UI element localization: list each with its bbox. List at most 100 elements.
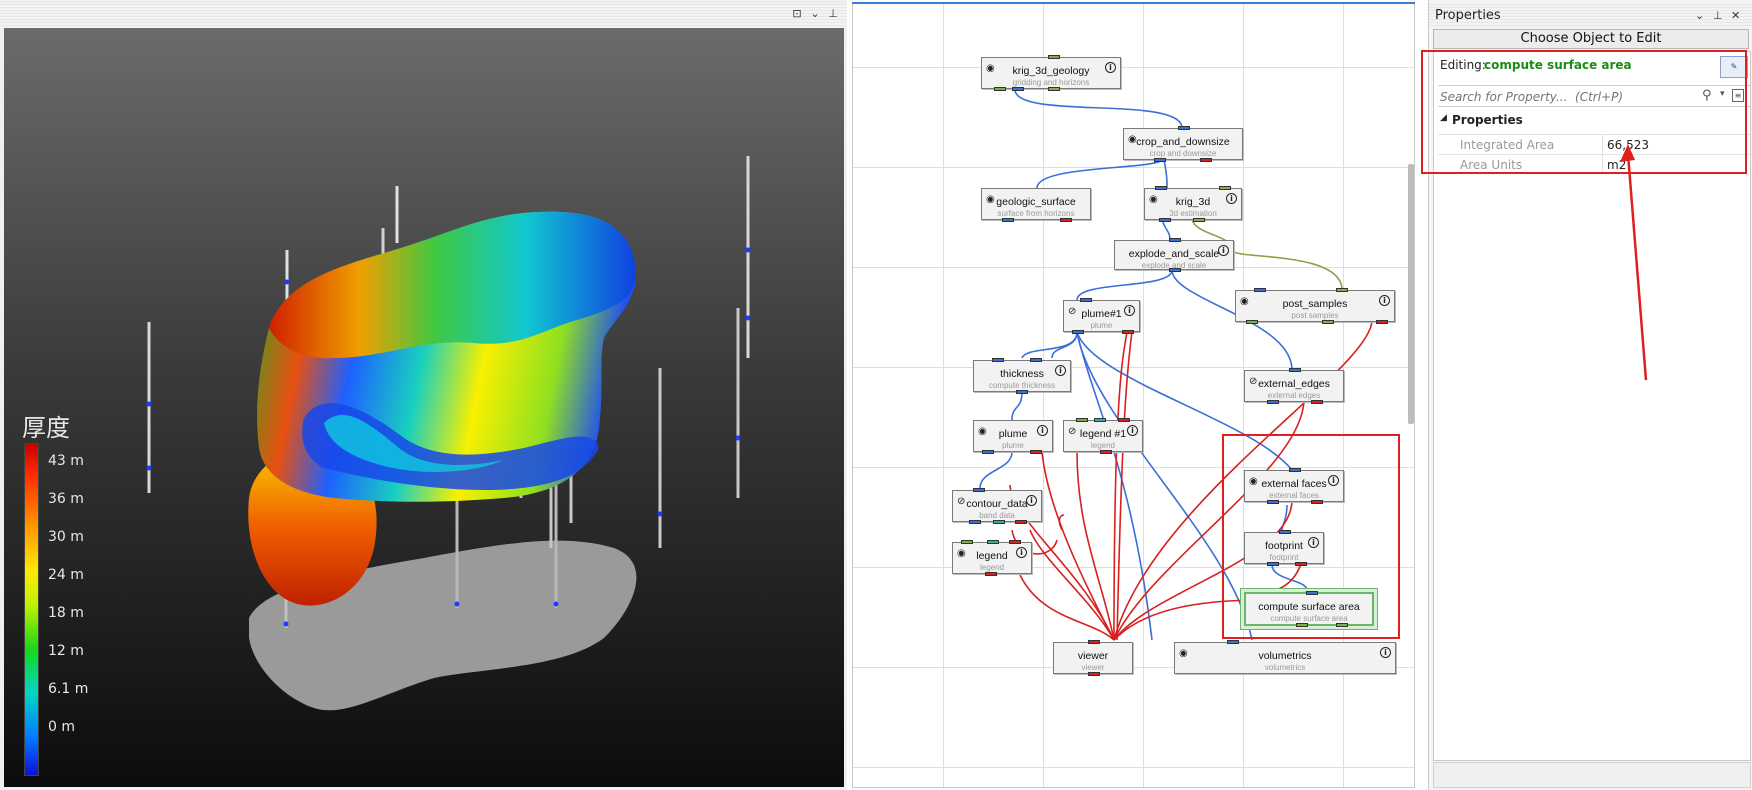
port[interactable] xyxy=(1015,520,1027,524)
port[interactable] xyxy=(1311,400,1323,404)
port[interactable] xyxy=(1246,320,1258,324)
module-volumetrics[interactable]: ◉ volumetrics volumetrics i xyxy=(1174,640,1396,674)
port[interactable] xyxy=(1169,238,1181,242)
info-icon[interactable]: i xyxy=(1124,305,1135,316)
module-geologic-surface[interactable]: ◉ geologic_surface surface from horizons xyxy=(981,188,1091,222)
wire xyxy=(1021,331,1078,359)
choose-object-button[interactable]: Choose Object to Edit xyxy=(1433,29,1749,49)
module-plume[interactable]: ◉ plume plume i xyxy=(973,420,1053,454)
port[interactable] xyxy=(1254,288,1266,292)
module-plume1[interactable]: ⊘ plume#1 plume i xyxy=(1063,298,1140,334)
close-icon[interactable]: ✕ xyxy=(1731,9,1740,22)
module-legend1[interactable]: ⊘ legend #1 legend i xyxy=(1063,418,1143,454)
port[interactable] xyxy=(1267,400,1279,404)
port[interactable] xyxy=(1030,450,1042,454)
module-legend[interactable]: ◉ legend legend i xyxy=(952,540,1032,576)
port[interactable] xyxy=(1122,330,1134,334)
info-icon[interactable]: i xyxy=(1016,547,1027,558)
port[interactable] xyxy=(1336,288,1348,292)
info-icon[interactable]: i xyxy=(1055,365,1066,376)
port[interactable] xyxy=(1155,186,1167,190)
properties-highlight-box xyxy=(1421,50,1747,174)
info-icon[interactable]: i xyxy=(1226,193,1237,204)
port[interactable] xyxy=(1159,218,1171,222)
module-post-samples[interactable]: ◉ post_samples post samples i xyxy=(1235,288,1395,324)
port[interactable] xyxy=(973,488,985,492)
port[interactable] xyxy=(1016,390,1028,394)
info-icon[interactable]: i xyxy=(1218,245,1229,256)
port[interactable] xyxy=(1072,330,1084,334)
module-thickness[interactable]: thickness compute thickness i xyxy=(973,358,1071,394)
pin-icon[interactable]: ⊥ xyxy=(826,7,840,21)
port[interactable] xyxy=(1227,640,1239,644)
port[interactable] xyxy=(1094,418,1106,422)
legend-title: 厚度 xyxy=(22,414,70,442)
port[interactable] xyxy=(1060,218,1072,222)
port[interactable] xyxy=(1178,126,1190,130)
module-viewer[interactable]: viewer viewer xyxy=(1053,640,1133,676)
port[interactable] xyxy=(1009,540,1021,544)
info-icon[interactable]: i xyxy=(1379,295,1390,306)
port[interactable] xyxy=(1030,358,1042,362)
module-subtitle: compute thickness xyxy=(988,381,1056,390)
port[interactable] xyxy=(1219,186,1231,190)
module-name: post_samples xyxy=(1282,298,1348,310)
port[interactable] xyxy=(1376,320,1388,324)
chevron-down-icon[interactable]: ⌄ xyxy=(808,7,822,21)
port[interactable] xyxy=(1100,450,1112,454)
module-subtitle: post samples xyxy=(1291,311,1339,320)
port[interactable] xyxy=(1088,672,1100,676)
chevron-down-icon[interactable]: ⌄ xyxy=(1695,9,1704,22)
module-krig-3d-geology[interactable]: ◉ krig_3d_geology gridding and horizons … xyxy=(981,55,1121,91)
port[interactable] xyxy=(985,572,997,576)
wire xyxy=(1076,269,1173,301)
port[interactable] xyxy=(1193,218,1205,222)
legend-label: 36 m xyxy=(48,491,84,507)
port[interactable] xyxy=(1289,368,1301,372)
module-krig-3d[interactable]: ◉ krig_3d 3d estimation i xyxy=(1144,186,1242,222)
legend-color-bar xyxy=(24,443,39,776)
legend-label: 6.1 m xyxy=(48,681,89,697)
module-explode-and-scale[interactable]: explode_and_scale explode and scale i xyxy=(1114,238,1234,272)
info-icon[interactable]: i xyxy=(1026,495,1037,506)
port[interactable] xyxy=(1080,298,1092,302)
port[interactable] xyxy=(961,540,973,544)
module-name: external_edges xyxy=(1258,378,1330,390)
wire xyxy=(1014,89,1183,129)
pin-icon[interactable]: ⊥ xyxy=(1713,9,1723,22)
restore-icon[interactable]: ⊡ xyxy=(790,7,804,21)
port[interactable] xyxy=(993,520,1005,524)
port[interactable] xyxy=(982,450,994,454)
port[interactable] xyxy=(994,87,1006,91)
port[interactable] xyxy=(1322,320,1334,324)
port[interactable] xyxy=(992,358,1004,362)
wire xyxy=(1163,159,1168,189)
info-icon[interactable]: i xyxy=(1127,425,1138,436)
viewer-header: ⊡ ⌄ ⊥ xyxy=(0,0,847,28)
port[interactable] xyxy=(1118,418,1130,422)
port[interactable] xyxy=(987,540,999,544)
wire xyxy=(1113,331,1128,641)
port[interactable] xyxy=(1076,418,1088,422)
module-subtitle: gridding and horizons xyxy=(1012,78,1090,87)
module-external-edges[interactable]: ⊘ external_edges external edges xyxy=(1244,368,1344,404)
port[interactable] xyxy=(1200,158,1212,162)
info-icon[interactable]: i xyxy=(1105,62,1116,73)
module-contour-data[interactable]: ⊘ contour_data band data i xyxy=(952,488,1042,524)
port[interactable] xyxy=(1088,640,1100,644)
module-subtitle: external edges xyxy=(1267,391,1321,400)
port[interactable] xyxy=(1048,55,1060,59)
port[interactable] xyxy=(1002,218,1014,222)
port[interactable] xyxy=(1012,87,1024,91)
port[interactable] xyxy=(1154,158,1166,162)
port[interactable] xyxy=(969,520,981,524)
3d-viewport[interactable]: 厚度 43 m 36 m 30 m 24 m 18 m 12 m 6.1 m 0… xyxy=(4,28,844,787)
wire xyxy=(1029,529,1115,641)
port[interactable] xyxy=(1169,268,1181,272)
wire xyxy=(979,451,1013,489)
panel-title: Properties xyxy=(1435,8,1501,23)
info-icon[interactable]: i xyxy=(1380,647,1391,658)
module-crop-and-downsize[interactable]: ◉ crop_and_downsize crop and downsize xyxy=(1123,126,1243,162)
info-icon[interactable]: i xyxy=(1037,425,1048,436)
port[interactable] xyxy=(1048,87,1060,91)
